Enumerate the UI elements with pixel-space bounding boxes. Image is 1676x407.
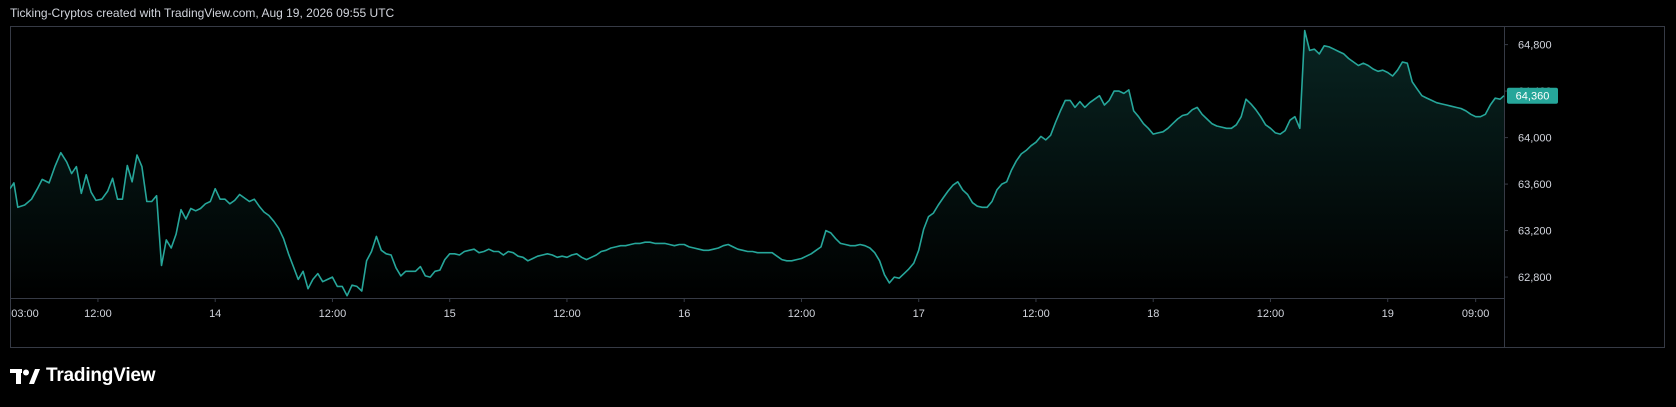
time-axis[interactable]: 03:00 12:00 14 12:00 15 12:00 16 12:00 17 12:00 18… [9,298,1490,320]
time-tick-label: 03:00 [11,308,39,320]
price-tick-label: 64,800 [1518,40,1552,52]
price-area-fill [10,30,1504,298]
price-axis[interactable]: 62,80063,20063,60064,00064,40064,800 [1504,40,1552,284]
time-tick-label: 09:00 [1462,308,1490,320]
brand-name: TradingView [46,365,156,386]
time-tick-label: 12:00 [1257,308,1285,320]
time-tick-label: 12:00 [84,308,112,320]
last-price-label: 64,360 [1516,91,1550,103]
time-tick-label: 12:00 [1022,308,1050,320]
price-tick-label: 63,600 [1518,179,1552,191]
price-tick-label: 63,200 [1518,226,1552,238]
time-tick-label: 18 [1147,308,1159,320]
chart-area[interactable]: 62,80063,20063,60064,00064,40064,800 03:… [9,26,1665,348]
tradingview-logo-icon [10,368,40,384]
tradingview-brand[interactable]: TradingView [10,365,156,387]
time-tick-label: 14 [209,308,221,320]
time-tick-label: 12:00 [319,308,347,320]
time-tick-label: 16 [678,308,690,320]
time-tick-label: 12:00 [553,308,581,320]
time-tick-label: 17 [913,308,925,320]
price-tick-label: 62,800 [1518,272,1552,284]
price-chart[interactable]: 62,80063,20063,60064,00064,40064,800 03:… [9,26,1665,348]
time-tick-label: 12:00 [788,308,816,320]
chart-credit: Ticking-Cryptos created with TradingView… [10,6,395,20]
time-tick-label: 19 [1382,308,1394,320]
price-tick-label: 64,000 [1518,133,1552,145]
time-tick-label: 15 [444,308,456,320]
